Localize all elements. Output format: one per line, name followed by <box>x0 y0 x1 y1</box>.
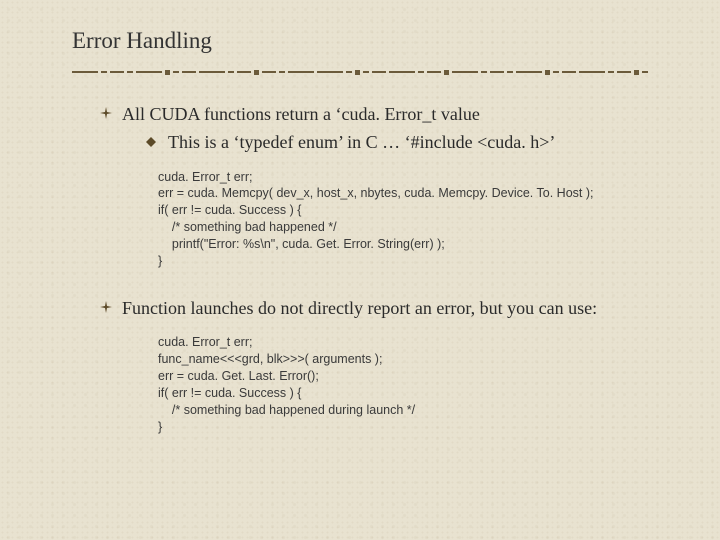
slide: Error Handling All CUDA functions return… <box>0 0 720 540</box>
bullet-text: All CUDA functions return a ‘cuda. Error… <box>122 104 480 124</box>
list-item: Function launches do not directly report… <box>100 296 648 320</box>
sub-bullet-text: This is a ‘typedef enum’ in C … ‘#includ… <box>168 132 555 152</box>
code-block: cuda. Error_t err; err = cuda. Memcpy( d… <box>158 169 648 270</box>
list-item: This is a ‘typedef enum’ in C … ‘#includ… <box>146 130 648 154</box>
list-item: All CUDA functions return a ‘cuda. Error… <box>100 102 648 155</box>
bullet-text: Function launches do not directly report… <box>122 298 597 318</box>
star-icon <box>100 301 112 313</box>
code-block: cuda. Error_t err; func_name<<<grd, blk>… <box>158 334 648 435</box>
title-divider <box>72 64 648 80</box>
star-icon <box>100 107 112 119</box>
page-title: Error Handling <box>72 28 648 54</box>
diamond-icon <box>146 137 156 147</box>
